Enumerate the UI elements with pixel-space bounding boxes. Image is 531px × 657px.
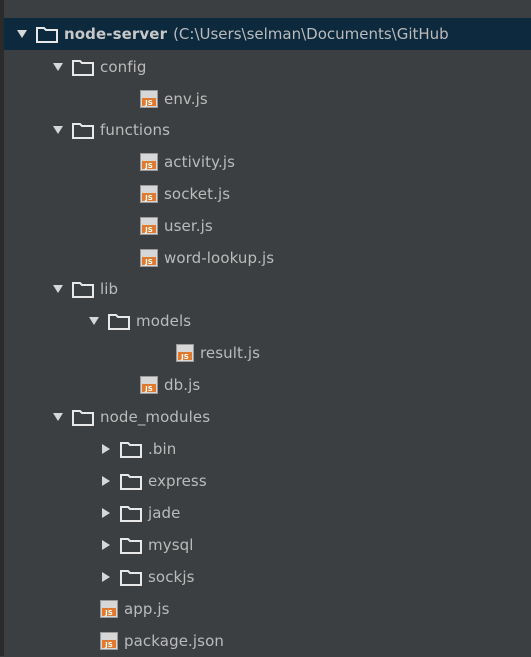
- folder-icon: [120, 440, 142, 458]
- tree-item-config[interactable]: config: [44, 51, 147, 83]
- tree-item-label: result.js: [200, 344, 261, 362]
- svg-text:JS: JS: [144, 99, 153, 107]
- folder-icon: [120, 536, 142, 554]
- tree-item-env-js[interactable]: JS env.js: [140, 83, 208, 115]
- folder-icon: [72, 121, 94, 139]
- svg-text:JS: JS: [104, 609, 113, 617]
- triangle-right-icon[interactable]: [92, 433, 120, 465]
- tree-item-label: node_modules: [100, 408, 211, 426]
- triangle-down-icon[interactable]: [44, 114, 72, 146]
- tree-item-label: db.js: [164, 376, 201, 394]
- triangle-down-icon[interactable]: [44, 273, 72, 305]
- js-file-icon: JS: [100, 600, 118, 618]
- tree-item-label: socket.js: [164, 185, 231, 203]
- tree-item-label: .bin: [148, 440, 177, 458]
- triangle-down-icon[interactable]: [80, 305, 108, 337]
- svg-text:JS: JS: [144, 226, 153, 234]
- tree-item-label: user.js: [164, 217, 213, 235]
- root-folder-name: node-server: [64, 25, 168, 43]
- tree-item-express[interactable]: express: [92, 465, 207, 497]
- js-file-icon: JS: [176, 344, 194, 362]
- tree-item-mysql[interactable]: mysql: [92, 529, 194, 561]
- folder-icon: [36, 25, 58, 43]
- tree-item-label: models: [136, 312, 192, 330]
- root-folder-path: (C:\Users\selman\Documents\GitHub: [173, 25, 449, 43]
- js-file-icon: JS: [140, 185, 158, 203]
- folder-icon: [72, 280, 94, 298]
- svg-text:JS: JS: [144, 162, 153, 170]
- project-tree: node-server (C:\Users\selman\Documents\G…: [0, 0, 531, 656]
- tree-item-label: app.js: [124, 600, 170, 618]
- tree-item-package-json[interactable]: JS package.json: [100, 625, 224, 657]
- svg-text:JS: JS: [144, 258, 153, 266]
- tree-item-label: mysql: [148, 536, 194, 554]
- tree-item-label: express: [148, 472, 207, 490]
- js-file-icon: JS: [140, 153, 158, 171]
- triangle-right-icon[interactable]: [92, 465, 120, 497]
- js-file-icon: JS: [140, 90, 158, 108]
- folder-icon: [120, 472, 142, 490]
- triangle-down-icon[interactable]: [44, 51, 72, 83]
- folder-icon: [72, 58, 94, 76]
- triangle-right-icon[interactable]: [92, 529, 120, 561]
- tree-item-label: functions: [100, 121, 170, 139]
- svg-text:JS: JS: [144, 194, 153, 202]
- tree-item-socket-js[interactable]: JS socket.js: [140, 178, 230, 210]
- tree-item-label: jade: [148, 504, 181, 522]
- tree-item-label: word-lookup.js: [164, 249, 275, 267]
- folder-icon: [108, 312, 130, 330]
- tree-item-db-js[interactable]: JS db.js: [140, 369, 200, 401]
- tree-item-label: sockjs: [148, 568, 195, 586]
- js-file-icon: JS: [140, 376, 158, 394]
- tree-item-models[interactable]: models: [80, 305, 191, 337]
- svg-text:JS: JS: [180, 353, 189, 361]
- tree-item-user-js[interactable]: JS user.js: [140, 210, 213, 242]
- folder-icon: [72, 408, 94, 426]
- tree-item-word-lookup-js[interactable]: JS word-lookup.js: [140, 242, 274, 274]
- tree-item-sockjs[interactable]: sockjs: [92, 561, 195, 593]
- tree-item-node-server[interactable]: node-server (C:\Users\selman\Documents\G…: [8, 18, 449, 50]
- triangle-right-icon[interactable]: [92, 561, 120, 593]
- js-file-icon: JS: [140, 249, 158, 267]
- js-file-icon: JS: [100, 632, 118, 650]
- triangle-right-icon[interactable]: [92, 497, 120, 529]
- tree-item-result-js[interactable]: JS result.js: [176, 337, 260, 369]
- tree-item-bin[interactable]: .bin: [92, 433, 176, 465]
- js-file-icon: JS: [140, 217, 158, 235]
- tree-item-node-modules[interactable]: node_modules: [44, 401, 210, 433]
- svg-text:JS: JS: [144, 385, 153, 393]
- tree-item-label: package.json: [124, 632, 224, 650]
- tree-item-label: lib: [100, 280, 119, 298]
- tree-item-label: activity.js: [164, 153, 236, 171]
- folder-icon: [120, 504, 142, 522]
- svg-text:JS: JS: [104, 641, 113, 649]
- tree-item-label: config: [100, 58, 147, 76]
- tree-item-app-js[interactable]: JS app.js: [100, 593, 170, 625]
- folder-icon: [120, 568, 142, 586]
- tree-item-activity-js[interactable]: JS activity.js: [140, 146, 235, 178]
- tree-item-label: env.js: [164, 90, 208, 108]
- tree-item-jade[interactable]: jade: [92, 497, 181, 529]
- tree-item-functions[interactable]: functions: [44, 114, 170, 146]
- triangle-down-icon[interactable]: [8, 18, 36, 50]
- tree-item-lib[interactable]: lib: [44, 273, 118, 305]
- triangle-down-icon[interactable]: [44, 401, 72, 433]
